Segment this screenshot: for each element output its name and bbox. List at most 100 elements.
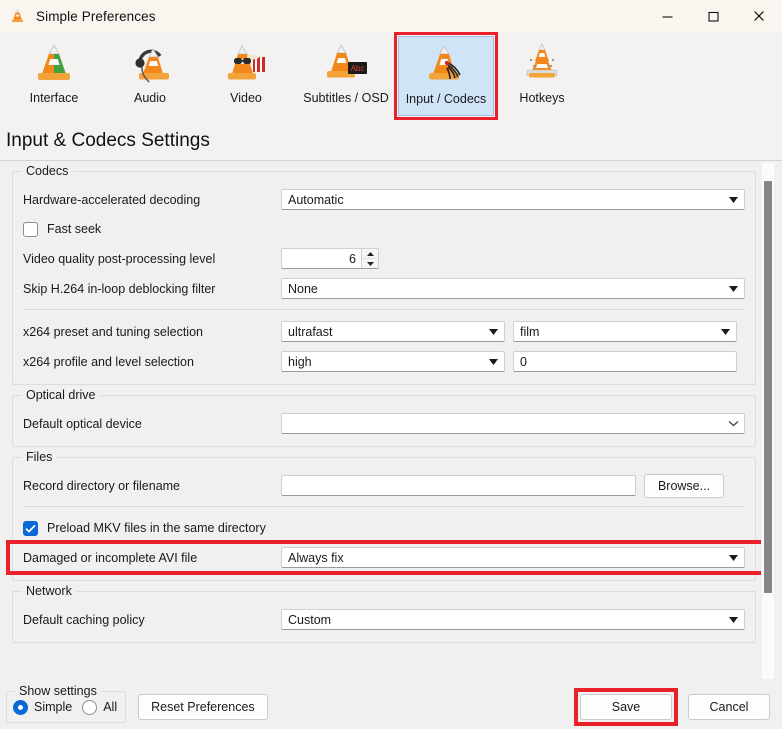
category-label: Audio <box>134 91 166 105</box>
window-controls <box>644 0 782 32</box>
row-preload-mkv[interactable]: Preload MKV files in the same directory <box>23 515 745 541</box>
stepper-buttons[interactable] <box>361 249 378 268</box>
record-directory-input[interactable] <box>281 475 636 496</box>
deblocking-filter-label: Skip H.264 in-loop deblocking filter <box>23 281 216 296</box>
stepper-up-icon[interactable] <box>362 249 378 259</box>
radio-simple-indicator[interactable] <box>13 699 28 715</box>
fast-seek-checkbox[interactable] <box>23 221 38 237</box>
radio-simple-label: Simple <box>34 700 73 714</box>
group-network: Network Default caching policy Custom <box>12 584 756 643</box>
hardware-decoding-value: Automatic <box>288 192 344 207</box>
chevron-down-icon <box>718 325 732 339</box>
group-optical-drive: Optical drive Default optical device <box>12 388 756 447</box>
x264-level-value: 0 <box>520 354 527 369</box>
post-processing-value: 6 <box>349 251 356 266</box>
category-input-codecs[interactable]: Input / Codecs <box>394 32 498 120</box>
files-divider <box>23 506 745 507</box>
browse-button[interactable]: Browse... <box>644 473 724 498</box>
category-label: Video <box>230 91 262 105</box>
category-label: Interface <box>29 91 79 105</box>
show-settings-legend: Show settings <box>15 684 101 698</box>
row-hardware-decoding: Hardware-accelerated decoding Automatic <box>23 186 745 213</box>
category-label: Hotkeys <box>519 91 565 105</box>
row-x264-preset: x264 preset and tuning selection ultrafa… <box>23 318 745 345</box>
caching-policy-select[interactable]: Custom <box>281 609 745 630</box>
settings-content: Codecs Hardware-accelerated decoding Aut… <box>0 161 782 684</box>
radio-simple[interactable]: Simple <box>13 699 73 715</box>
record-directory-label: Record directory or filename <box>23 478 181 493</box>
radio-all[interactable]: All <box>82 699 118 715</box>
vlc-cone-codecs-icon <box>422 41 470 89</box>
vlc-cone-icon <box>9 8 26 25</box>
vlc-cone-glasses-icon <box>222 40 270 88</box>
x264-preset-value: ultrafast <box>288 324 333 339</box>
vertical-scrollbar[interactable] <box>761 163 774 680</box>
fast-seek-label: Fast seek <box>47 222 102 236</box>
radio-all-label: All <box>103 700 118 714</box>
preload-mkv-label: Preload MKV files in the same directory <box>47 521 266 535</box>
dialog-bottom-bar: Show settings Simple All Reset Preferenc… <box>0 679 782 729</box>
hardware-decoding-label: Hardware-accelerated decoding <box>23 192 201 207</box>
group-network-legend: Network <box>22 584 77 598</box>
category-subtitles-osd[interactable]: Abc Subtitles / OSD <box>294 36 398 116</box>
close-icon[interactable] <box>736 0 782 32</box>
post-processing-stepper[interactable]: 6 <box>281 248 379 269</box>
hardware-decoding-select[interactable]: Automatic <box>281 189 745 210</box>
x264-level-input[interactable]: 0 <box>513 351 737 372</box>
x264-profile-select[interactable]: high <box>281 351 505 372</box>
save-button-wrap: Save <box>574 688 678 726</box>
row-post-processing: Video quality post-processing level 6 <box>23 245 745 272</box>
chevron-down-icon <box>486 325 500 339</box>
group-files: Files Record directory or filename Brows… <box>6 450 772 581</box>
browse-button-wrap: Browse... <box>644 473 724 498</box>
row-fast-seek[interactable]: Fast seek <box>23 216 745 242</box>
row-record-directory: Record directory or filename Browse... <box>23 472 745 499</box>
damaged-avi-select[interactable]: Always fix <box>281 547 745 568</box>
stepper-down-icon[interactable] <box>362 259 378 268</box>
caching-policy-value: Custom <box>288 612 332 627</box>
show-settings-group: Show settings Simple All <box>6 684 127 723</box>
chevron-down-icon <box>726 193 740 207</box>
reset-button-wrap: Reset Preferences <box>138 694 268 720</box>
x264-preset-select[interactable]: ultrafast <box>281 321 505 342</box>
chevron-down-icon <box>726 551 740 565</box>
maximize-icon[interactable] <box>690 0 736 32</box>
category-interface[interactable]: Interface <box>6 36 102 116</box>
scrollbar-thumb[interactable] <box>764 181 772 593</box>
category-audio[interactable]: Audio <box>102 36 198 116</box>
group-files-legend: Files <box>22 450 58 464</box>
category-hotkeys[interactable]: Hotkeys <box>494 36 590 116</box>
damaged-avi-value: Always fix <box>288 550 344 565</box>
dialog-actions: Save Cancel <box>574 688 770 726</box>
x264-profile-label: x264 profile and level selection <box>23 354 194 369</box>
window-titlebar: Simple Preferences <box>0 0 782 32</box>
category-video[interactable]: Video <box>198 36 294 116</box>
caching-policy-label: Default caching policy <box>23 612 145 627</box>
damaged-avi-label: Damaged or incomplete AVI file <box>23 550 198 565</box>
x264-preset-label: x264 preset and tuning selection <box>23 324 203 339</box>
category-label: Subtitles / OSD <box>303 91 389 105</box>
default-optical-device-select[interactable] <box>281 413 745 434</box>
row-damaged-avi: Damaged or incomplete AVI file Always fi… <box>23 544 745 571</box>
x264-tuning-value: film <box>520 324 540 339</box>
window-title: Simple Preferences <box>36 8 156 24</box>
settings-scrollpane: Codecs Hardware-accelerated decoding Aut… <box>0 161 782 684</box>
minimize-icon[interactable] <box>644 0 690 32</box>
avi-row-container: Damaged or incomplete AVI file Always fi… <box>6 540 772 575</box>
x264-tuning-select[interactable]: film <box>513 321 737 342</box>
chevron-down-icon <box>486 355 500 369</box>
radio-all-indicator[interactable] <box>82 699 98 715</box>
x264-profile-value: high <box>288 354 312 369</box>
svg-text:Abc: Abc <box>351 64 365 73</box>
deblocking-filter-select[interactable]: None <box>281 278 745 299</box>
cancel-button[interactable]: Cancel <box>688 694 770 720</box>
save-button[interactable]: Save <box>580 694 672 720</box>
chevron-down-icon <box>726 282 740 296</box>
default-optical-device-label: Default optical device <box>23 416 142 431</box>
category-label: Input / Codecs <box>405 92 487 106</box>
group-codecs-legend: Codecs <box>22 164 74 178</box>
preload-mkv-checkbox[interactable] <box>23 520 38 536</box>
reset-preferences-button[interactable]: Reset Preferences <box>138 694 268 720</box>
vlc-cone-subtitles-icon: Abc <box>322 40 370 88</box>
vlc-cone-headphones-icon <box>126 40 174 88</box>
